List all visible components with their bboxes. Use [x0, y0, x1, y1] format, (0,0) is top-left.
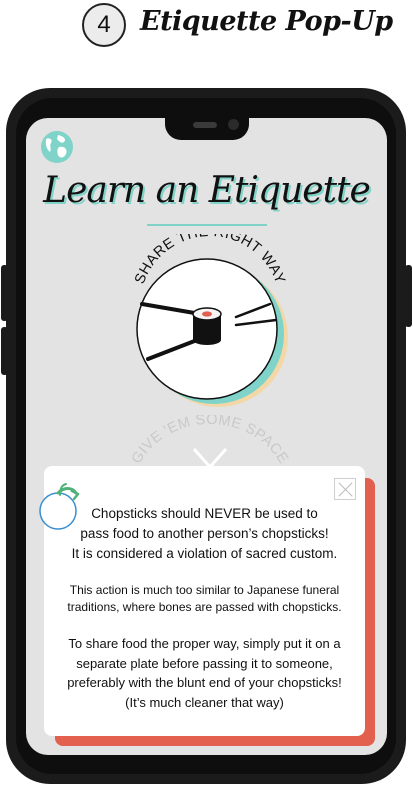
close-button[interactable] [334, 478, 356, 500]
popup-tip-text: To share food the proper way, simply put… [67, 636, 342, 710]
volume-button-2 [1, 327, 8, 375]
page-title: Etiquette Pop-Up [140, 6, 393, 37]
title-underline [147, 224, 267, 226]
popup-detail-text: This action is much too similar to Japan… [67, 583, 342, 614]
etiquette-popup: Chopsticks should NEVER be used to pass … [44, 466, 365, 736]
step-number-badge: 4 [82, 3, 126, 47]
globe-icon[interactable] [40, 130, 74, 164]
power-button [405, 265, 412, 327]
share-card[interactable]: SHARE THE RIGHT WAY [120, 234, 300, 414]
speaker-grille [193, 122, 217, 128]
volume-button [1, 265, 8, 321]
refresh-icon[interactable] [38, 481, 82, 531]
front-camera [228, 119, 239, 130]
popup-main-text: Chopsticks should NEVER be used to pass … [71, 506, 338, 561]
space-card-label: GIVE 'EM SOME SPACE [130, 415, 290, 467]
screen-title: Learn an Etiquette [43, 170, 371, 211]
